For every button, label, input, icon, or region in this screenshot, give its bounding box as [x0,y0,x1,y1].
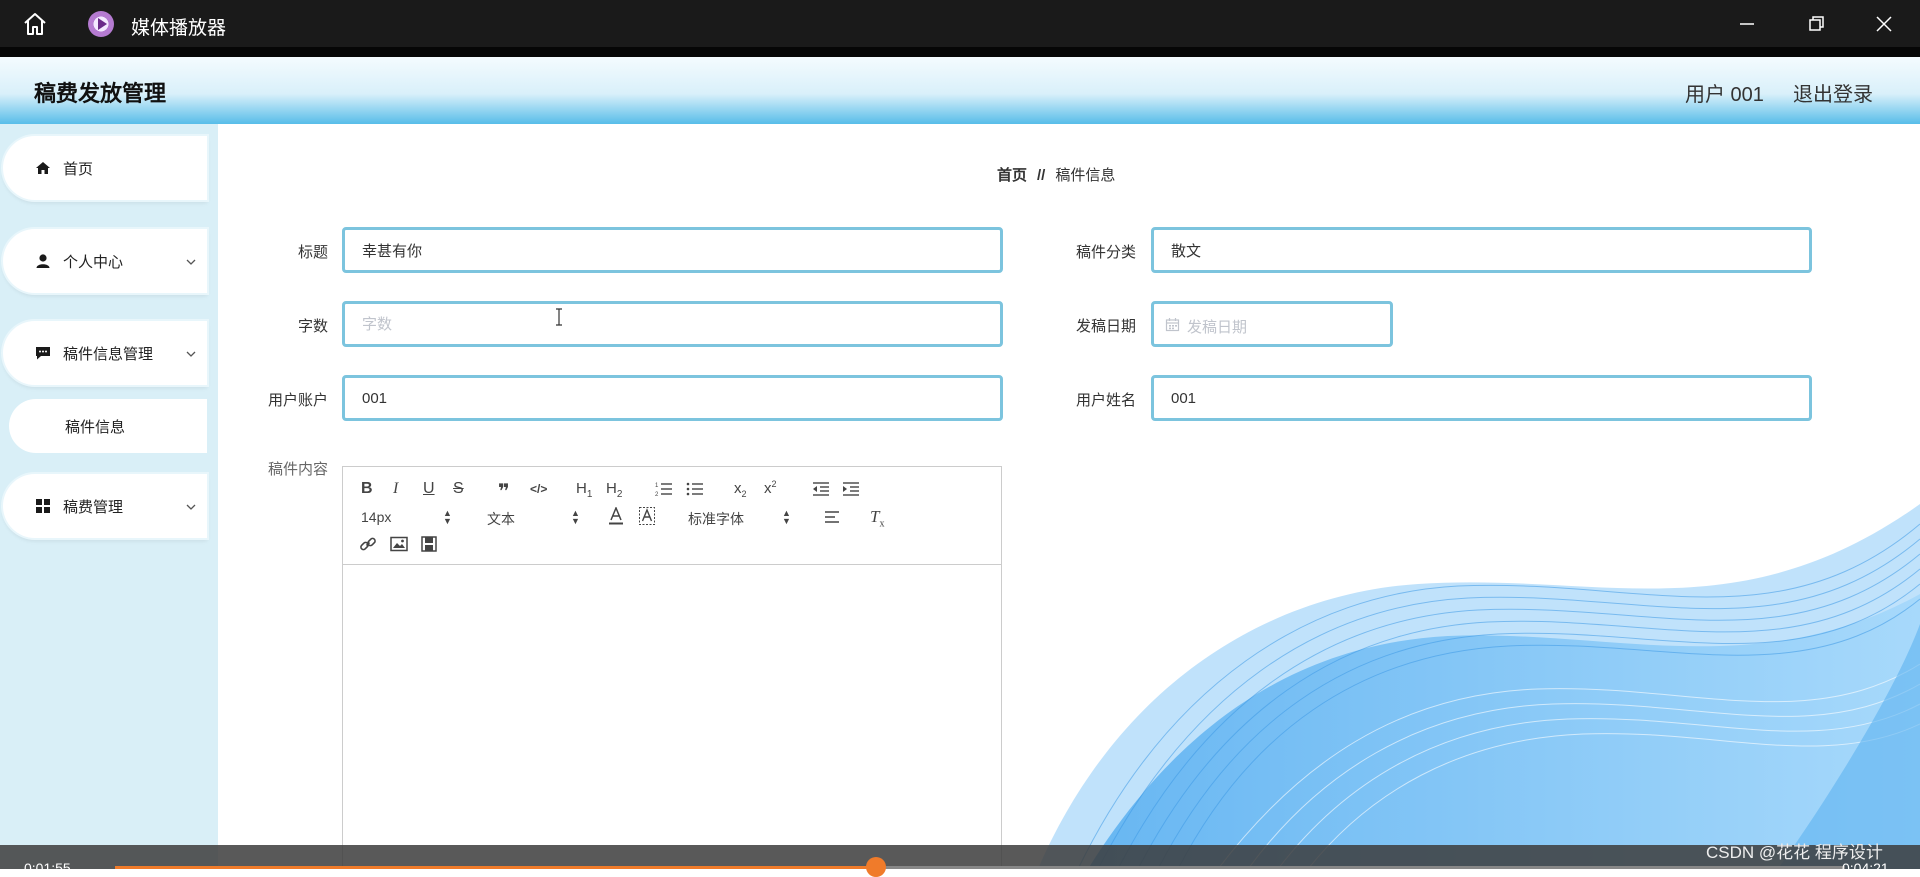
csdn-watermark: CSDN @花花 程序设计 [1706,843,1883,862]
account-label: 用户账户 [267,392,328,409]
background-color-icon[interactable] [639,507,655,525]
font-size-select[interactable]: 14px ▲ ▼ [361,508,452,526]
image-icon[interactable] [390,536,408,552]
video-icon[interactable] [421,536,437,552]
select-arrows-icon: ▲ ▼ [782,508,791,526]
sidebar-item-label: 稿件信息管理 [63,345,154,363]
heading2-icon[interactable]: H2 [606,480,622,500]
title-input[interactable] [342,227,1003,273]
font-color-icon[interactable] [608,507,624,525]
underline-icon[interactable]: U [423,480,435,498]
breadcrumb: 首页 // 稿件信息 [997,164,1115,185]
strikethrough-icon[interactable]: S [453,480,464,498]
chevron-down-icon [185,255,197,267]
close-icon[interactable] [1870,10,1898,38]
titlebar-divider [0,47,1920,57]
app-header: 稿费发放管理 用户 001 退出登录 [0,57,1920,124]
main-content: 首页//稿件信息 标题 稿件分类 字数 发稿日期 发稿日期 用户账户 用户姓名 … [218,124,1920,869]
title-label: 标题 [297,244,328,261]
ordered-list-icon[interactable]: 12 [655,481,673,497]
seek-thumb[interactable] [866,857,887,877]
home-icon [35,160,51,176]
grid-icon [35,498,51,514]
editor-toolbar: B I U S ❞ </> H1 H2 12 x2 x2 14px ▲ ▼ 文本… [343,467,1001,565]
sidebar-item-label: 稿费管理 [63,498,124,516]
rich-text-editor: B I U S ❞ </> H1 H2 12 x2 x2 14px ▲ ▼ 文本… [342,466,1002,869]
chat-icon [35,345,51,361]
breadcrumb-separator: // [1037,167,1046,184]
sidebar-item-personal-center[interactable]: 个人中心 [3,229,207,293]
date-picker[interactable]: 发稿日期 [1151,301,1393,347]
sidebar-item-label: 首页 [63,160,94,178]
font-size-value: 14px [361,509,392,525]
italic-icon[interactable]: I [393,480,398,498]
chevron-down-icon [185,347,197,359]
sidebar-item-manuscript-management[interactable]: 稿件信息管理 [3,321,207,385]
logout-button[interactable]: 退出登录 [1793,78,1873,107]
home-icon[interactable] [22,11,48,37]
player-controls-bar: 0:01:55 0:04:21 [0,845,1920,877]
date-placeholder: 发稿日期 [1187,319,1248,336]
minimize-icon[interactable] [1733,10,1761,38]
link-icon[interactable] [359,535,377,553]
name-label: 用户姓名 [1075,392,1136,409]
category-input[interactable] [1151,227,1812,273]
align-icon[interactable] [824,509,842,525]
indent-icon[interactable] [842,481,860,497]
account-input[interactable] [342,375,1003,421]
font-family-value: 标准字体 [688,511,744,527]
subscript-icon[interactable]: x2 [734,480,747,499]
breadcrumb-home[interactable]: 首页 [997,167,1027,184]
heading-select[interactable]: 文本 ▲ ▼ [487,508,580,529]
sidebar-item-label: 个人中心 [63,253,124,271]
text-cursor-icon [554,308,564,331]
select-arrows-icon: ▲ ▼ [443,508,452,526]
player-titlebar: 媒体播放器 [0,0,1920,47]
current-user-label: 用户 001 [1685,84,1764,106]
sidebar-subitem-label: 稿件信息 [65,418,126,436]
outdent-icon[interactable] [812,481,830,497]
select-arrows-icon: ▲ ▼ [571,508,580,526]
name-input[interactable] [1151,375,1812,421]
blockquote-icon[interactable]: ❞ [498,479,510,504]
wordcount-input[interactable] [342,301,1003,347]
player-logo-icon [88,11,114,37]
heading-select-value: 文本 [487,511,515,527]
sidebar-item-fee-management[interactable]: 稿费管理 [3,474,207,538]
date-label: 发稿日期 [1075,318,1136,335]
restore-icon[interactable] [1802,10,1830,38]
bold-icon[interactable]: B [361,480,373,498]
superscript-icon[interactable]: x2 [764,479,777,497]
calendar-icon [1165,317,1180,332]
sidebar-subitem-manuscript-info[interactable]: 稿件信息 [9,399,207,453]
heading1-icon[interactable]: H1 [576,480,592,500]
user-icon [35,253,51,269]
category-label: 稿件分类 [1075,244,1136,261]
breadcrumb-current: 稿件信息 [1055,167,1116,184]
sidebar: 首页 个人中心 稿件信息管理 稿件信息 稿费管理 [0,124,218,869]
content-label: 稿件内容 [267,461,328,478]
system-title: 稿费发放管理 [34,81,167,106]
wordcount-label: 字数 [297,318,328,335]
clear-format-icon[interactable]: Tx [870,507,884,529]
elapsed-time: 0:01:55 [24,860,71,876]
font-family-select[interactable]: 标准字体 ▲ ▼ [688,508,791,529]
player-app-name: 媒体播放器 [131,18,227,39]
svg-text:1: 1 [655,483,659,489]
bullet-list-icon[interactable] [686,481,704,497]
svg-text:2: 2 [655,492,659,497]
chevron-down-icon [185,500,197,512]
code-block-icon[interactable]: </> [530,482,547,496]
sidebar-item-home[interactable]: 首页 [3,136,207,200]
